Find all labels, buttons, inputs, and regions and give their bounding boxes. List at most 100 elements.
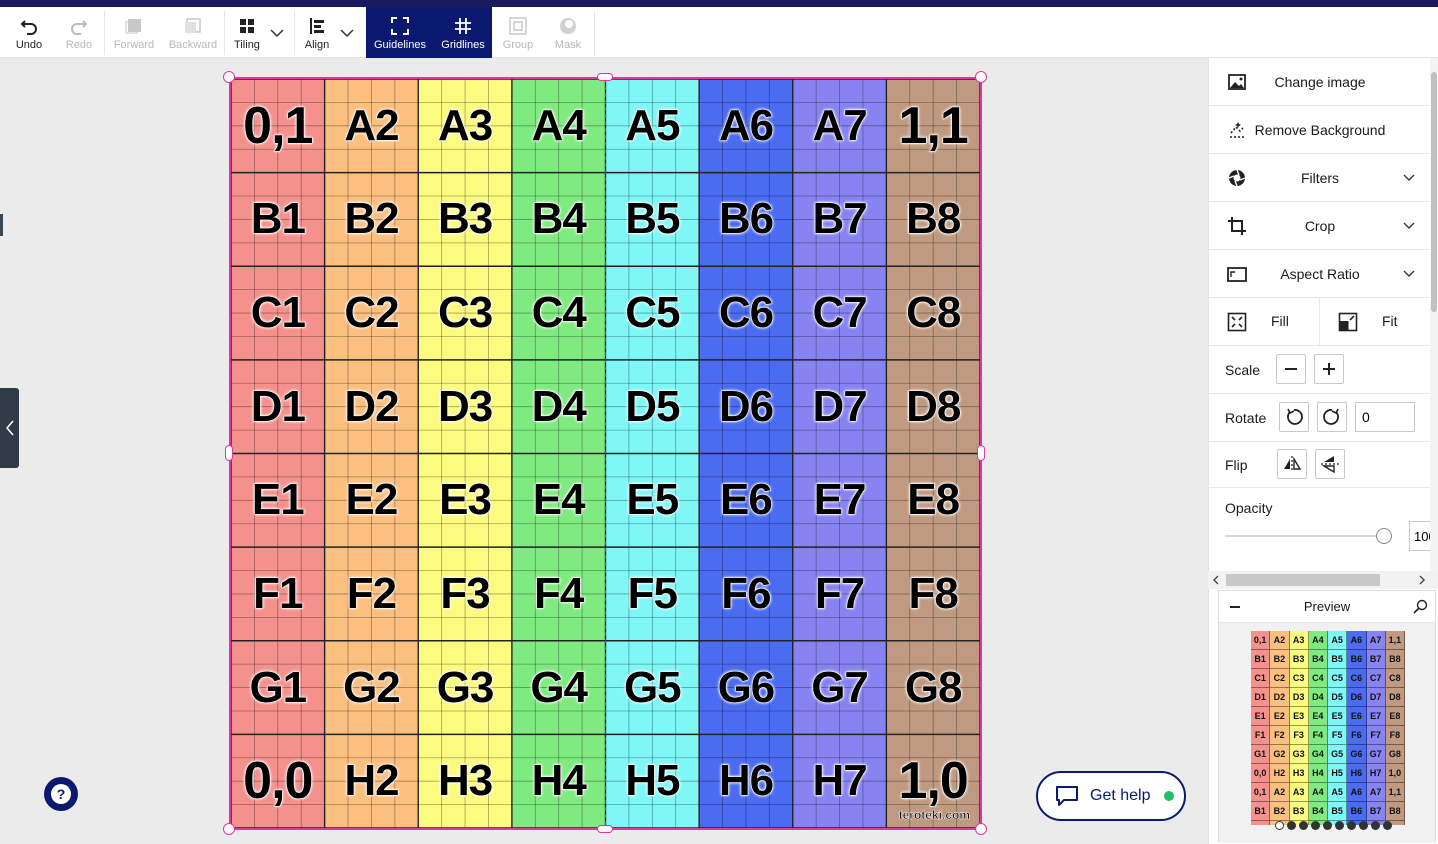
preview-cell: G3 — [1289, 745, 1309, 764]
opacity-slider-track[interactable] — [1225, 535, 1385, 537]
align-icon — [308, 15, 326, 37]
change-image-button[interactable]: Change image — [1209, 58, 1431, 106]
preview-page-dots — [1275, 821, 1392, 830]
grid-cell-label: G2 — [343, 662, 402, 712]
panel-horizontal-scrollbar[interactable] — [1208, 571, 1438, 589]
scale-increase-button[interactable] — [1314, 354, 1344, 384]
preview-page-dot[interactable] — [1275, 821, 1284, 830]
resize-handle-bottom-right[interactable] — [975, 823, 987, 835]
flip-vertical-button[interactable] — [1315, 449, 1345, 479]
mask-button[interactable]: Mask — [544, 7, 592, 58]
preview-page-dot[interactable] — [1323, 821, 1332, 830]
grid-cell-label: E7 — [813, 475, 867, 525]
redo-button[interactable]: Redo — [54, 7, 104, 58]
preview-cell: B7 — [1366, 650, 1386, 669]
grid-cell-label: B7 — [812, 194, 868, 244]
panel-vertical-scrollbar[interactable] — [1430, 58, 1438, 578]
opacity-slider-thumb[interactable] — [1376, 528, 1392, 544]
resize-handle-top-left[interactable] — [223, 71, 235, 83]
collapse-preview-minus-icon[interactable] — [1229, 605, 1241, 609]
preview-cell: E4 — [1308, 707, 1328, 726]
align-button[interactable]: Align — [296, 7, 338, 58]
grid-cell-label: C7 — [812, 288, 868, 338]
rotate-right-button[interactable] — [1317, 402, 1347, 432]
preview-page-dot[interactable] — [1335, 821, 1344, 830]
get-help-button[interactable]: Get help — [1036, 771, 1186, 821]
gridlines-toggle[interactable]: Gridlines — [434, 7, 492, 58]
remove-background-button[interactable]: Remove Background — [1209, 106, 1431, 154]
grid-cell-label: F7 — [814, 568, 865, 618]
resize-handle-bottom-left[interactable] — [223, 823, 235, 835]
chevron-down-icon — [1403, 222, 1415, 229]
grid-cell-label: 1,1 — [898, 96, 969, 155]
filters-accordion[interactable]: Filters — [1209, 154, 1431, 202]
edge-marker — [0, 214, 3, 236]
rotate-left-button[interactable] — [1279, 402, 1309, 432]
grid-cell-label: D4 — [531, 381, 587, 431]
preview-cell: F3 — [1289, 726, 1309, 745]
align-label: Align — [304, 38, 330, 51]
preview-cell: G1 — [1251, 745, 1271, 764]
question-icon: ? — [51, 784, 71, 804]
fill-button[interactable]: Fill — [1209, 298, 1320, 345]
preview-cell: 1,0 — [1385, 764, 1405, 783]
grid-cell-label: D7 — [812, 381, 868, 431]
resize-handle-top[interactable] — [597, 73, 613, 81]
aspect-ratio-accordion[interactable]: Aspect Ratio — [1209, 250, 1431, 298]
top-stripe — [0, 0, 1438, 7]
zoom-search-icon[interactable] — [1413, 599, 1429, 615]
collapse-left-panel-button[interactable] — [0, 388, 19, 468]
resize-handle-left[interactable] — [225, 445, 233, 461]
fit-button[interactable]: Fit — [1320, 298, 1431, 345]
backward-button[interactable]: Backward — [164, 7, 222, 58]
preview-page-dot[interactable] — [1299, 821, 1308, 830]
grid-cell-label: G3 — [436, 662, 495, 712]
scrollbar-thumb[interactable] — [1226, 574, 1380, 586]
design-image[interactable]: 0,1 A2 A3 A4 A5 A6 A7 1,1 B1 B2 B3 B4 B5 B6 B7 B8 C1 C2 C3… — [229, 77, 982, 830]
preview-body: 0,1 A2 A3 A4 A5 A6 A7 1,1 B1 B2 B3 B4 B5 B6 B7 B8 C1 C2 C3… — [1219, 623, 1435, 843]
undo-button[interactable]: Undo — [4, 7, 54, 58]
grid-cell-label: B8 — [906, 194, 962, 244]
preview-cell: F8 — [1385, 726, 1405, 745]
preview-cell: D1 — [1251, 688, 1271, 707]
crop-accordion[interactable]: Crop — [1209, 202, 1431, 250]
flip-horizontal-button[interactable] — [1277, 449, 1307, 479]
preview-page-dot[interactable] — [1287, 821, 1296, 830]
scale-decrease-button[interactable] — [1276, 354, 1306, 384]
send-backward-icon — [184, 15, 202, 37]
scrollbar-thumb[interactable] — [1431, 72, 1437, 312]
group-button[interactable]: Group — [494, 7, 542, 58]
grid-cell-label: A7 — [812, 100, 868, 150]
grid-cell-label: A3 — [437, 100, 493, 150]
preview-page-dot[interactable] — [1347, 821, 1356, 830]
grid-cell-label: D2 — [344, 381, 400, 431]
resize-handle-bottom[interactable] — [597, 825, 613, 833]
canvas-workspace[interactable]: 0,1 A2 A3 A4 A5 A6 A7 1,1 B1 B2 B3 B4 B5 B6 B7 B8 C1 C2 C3… — [0, 58, 1208, 844]
grid-cell-label: E8 — [907, 475, 961, 525]
preview-cell: B4 — [1308, 802, 1328, 821]
rotate-angle-input[interactable] — [1355, 402, 1415, 432]
forward-button[interactable]: Forward — [106, 7, 162, 58]
help-button[interactable]: ? — [44, 777, 78, 811]
resize-handle-top-right[interactable] — [975, 71, 987, 83]
preview-cell: F7 — [1366, 726, 1386, 745]
preview-cell: F4 — [1308, 726, 1328, 745]
guidelines-toggle[interactable]: Guidelines — [366, 7, 434, 58]
tiling-dropdown-chevron-down-icon[interactable] — [270, 25, 284, 43]
grid-cell-label: D5 — [625, 381, 681, 431]
scroll-left-arrow-icon[interactable] — [1212, 575, 1220, 585]
tiling-button[interactable]: Tiling — [226, 7, 268, 58]
resize-handle-right[interactable] — [977, 445, 985, 461]
grid-cell-label: E6 — [720, 475, 774, 525]
align-dropdown-chevron-down-icon[interactable] — [340, 25, 354, 43]
preview-page-dot[interactable] — [1383, 821, 1392, 830]
plus-icon — [1323, 363, 1335, 375]
preview-cell: B8 — [1385, 650, 1405, 669]
preview-page-dot[interactable] — [1371, 821, 1380, 830]
toolbar-divider — [594, 11, 595, 55]
preview-cell: F1 — [1251, 726, 1271, 745]
preview-page-dot[interactable] — [1359, 821, 1368, 830]
preview-cell: B8 — [1385, 802, 1405, 821]
scroll-right-arrow-icon[interactable] — [1418, 575, 1426, 585]
preview-page-dot[interactable] — [1311, 821, 1320, 830]
